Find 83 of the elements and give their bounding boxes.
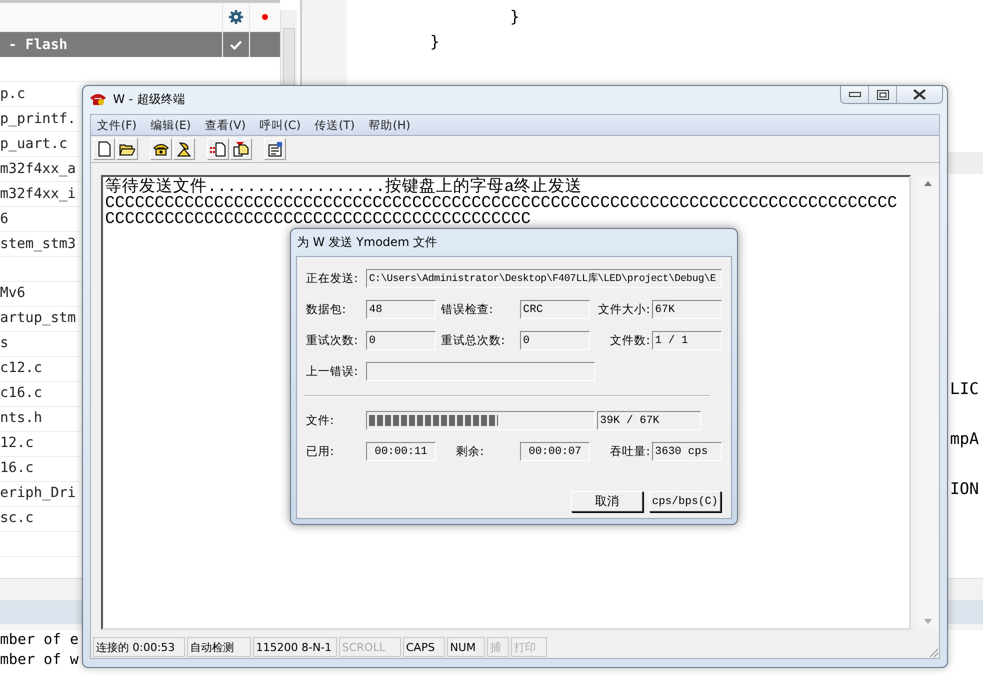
menu-item[interactable]: 传送(T): [314, 118, 355, 132]
field-label: 重试总次数:: [440, 333, 506, 348]
file-item[interactable]: p_printf.: [0, 107, 76, 131]
target-name: - Flash: [7, 36, 68, 52]
scrollbar[interactable]: [917, 175, 939, 630]
code-text: ION: [950, 479, 979, 500]
new-file-icon[interactable]: [93, 138, 115, 160]
file-item[interactable]: artup_stm: [0, 306, 76, 330]
read-only-field: C:\Users\Administrator\Desktop\F407LL库\LED\project\Debug\E: [366, 269, 722, 288]
file-item[interactable]: sc.c: [0, 506, 34, 530]
folder-icon[interactable]: [116, 138, 138, 160]
status-field: 捕: [487, 637, 509, 657]
output-text: mber of e: [0, 631, 79, 650]
read-only-field: 39K / 67K: [597, 411, 701, 430]
menu-item[interactable]: 呼叫(C): [260, 118, 301, 132]
file-item[interactable]: eriph_Dri: [0, 481, 76, 505]
field-label: 重试次数:: [306, 333, 359, 348]
field-label: 文件数:: [609, 333, 651, 348]
read-only-field: 1 / 1: [652, 331, 722, 350]
read-only-field: 67K: [652, 300, 722, 319]
phone-icon: [89, 92, 107, 106]
field-label: 正在发送:: [306, 271, 359, 286]
file-item[interactable]: c16.c: [0, 381, 42, 405]
cancel-button[interactable]: 取消: [571, 491, 643, 512]
terminal-text: 等待发送文件..................按键盘上的字母a终止发送: [105, 179, 584, 195]
status-field: SCROLL: [339, 637, 401, 657]
phone-icon[interactable]: [150, 138, 172, 160]
read-only-field: 00:00:11: [366, 442, 436, 461]
terminal-text: CCCCCCCCCCCCCCCCCCCCCCCCCCCCCCCCCCCCCCCCCCC: [105, 211, 532, 227]
file-item[interactable]: 12.c: [0, 431, 34, 455]
status-field: 115200 8-N-1: [253, 637, 337, 657]
target-row[interactable]: - Flash: [0, 32, 280, 57]
read-only-field: 3630 cps: [652, 442, 722, 461]
menu-item[interactable]: 编辑(E): [150, 118, 191, 132]
window-title: W - 超级终端: [113, 90, 185, 108]
field-label: 文件大小:: [597, 302, 651, 317]
field-label: 错误检查:: [440, 302, 494, 317]
code-text: mpA: [950, 429, 979, 450]
file-item[interactable]: Mv6: [0, 281, 26, 305]
menu-item[interactable]: 查看(V): [204, 118, 246, 132]
status-field: 自动检测: [187, 637, 251, 657]
field-label: 吞吐量:: [609, 444, 651, 459]
scroll-up-icon[interactable]: [924, 181, 932, 186]
read-only-field: 00:00:07: [520, 442, 590, 461]
file-item[interactable]: 16.c: [0, 456, 34, 480]
read-only-field: 0: [366, 331, 436, 350]
field-label: 文件:: [306, 413, 335, 428]
document-send-icon[interactable]: [207, 138, 229, 160]
minimize-icon: [848, 92, 860, 98]
document-receive-icon[interactable]: [230, 138, 252, 160]
resize-grip-icon[interactable]: [927, 646, 939, 658]
properties-icon[interactable]: [264, 138, 286, 160]
output-text: mber of w: [0, 651, 79, 670]
field-label: 剩余:: [455, 444, 485, 459]
close-icon: [913, 89, 926, 100]
file-item[interactable]: p_uart.c: [0, 132, 68, 156]
menu-item[interactable]: 帮助(H): [368, 118, 410, 132]
dialog-title: 为 W 发送 Ymodem 文件: [296, 234, 438, 251]
read-only-field: CRC: [520, 300, 590, 319]
file-item[interactable]: m32f4xx_a: [0, 157, 76, 181]
file-item[interactable]: c12.c: [0, 356, 42, 380]
file-item[interactable]: p.c: [0, 82, 26, 106]
field-label: 上一错误:: [306, 364, 359, 379]
status-field: NUM: [447, 637, 485, 657]
code-text: LIC: [950, 379, 979, 400]
file-item[interactable]: s: [0, 331, 8, 355]
file-item[interactable]: stem_stm3: [0, 232, 76, 256]
read-only-field: 48: [366, 300, 436, 319]
file-item[interactable]: nts.h: [0, 406, 42, 430]
read-only-field: 0: [520, 331, 590, 350]
code-text: }: [510, 7, 520, 26]
code-text: }: [430, 32, 440, 51]
file-item[interactable]: m32f4xx_i: [0, 182, 76, 206]
terminal-text: CCCCCCCCCCCCCCCCCCCCCCCCCCCCCCCCCCCCCCCCCCCCCCCCCCCCCCCCCCCCCCCCCCCCCCCCCCCCCCCC: [105, 195, 898, 211]
status-field: 连接的 0:00:53: [93, 637, 185, 657]
field-label: 数据包:: [306, 302, 347, 317]
status-field: CAPS: [403, 637, 445, 657]
units-button[interactable]: cps/bps(C): [649, 491, 721, 512]
status-field: 打印: [511, 637, 547, 657]
maximize-icon: [876, 90, 888, 100]
file-item[interactable]: 6: [0, 207, 8, 231]
menu-item[interactable]: 文件(F): [97, 118, 137, 132]
field-label: 已用:: [306, 444, 335, 459]
